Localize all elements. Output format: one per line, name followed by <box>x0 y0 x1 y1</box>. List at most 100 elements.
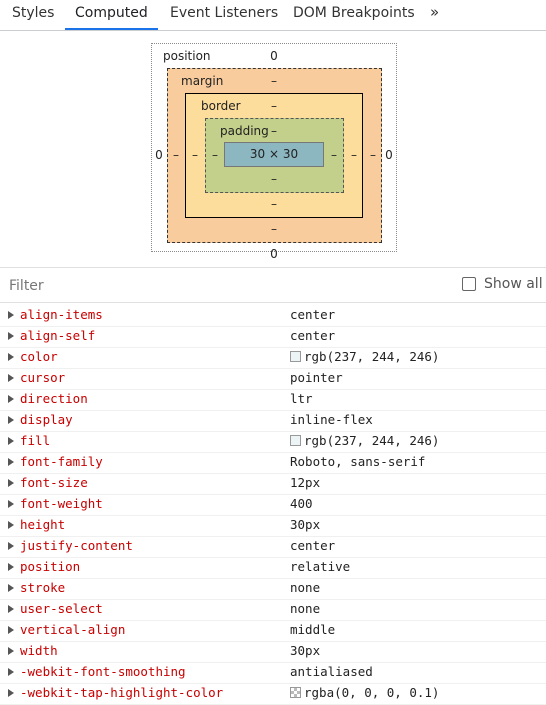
more-tabs-chevron-icon[interactable]: » <box>430 3 439 21</box>
color-swatch-icon[interactable] <box>290 687 301 698</box>
property-value-text: rgba(0, 0, 0, 0.1) <box>304 685 440 700</box>
expand-triangle-icon[interactable] <box>8 500 14 508</box>
margin-bottom-value[interactable]: – <box>264 222 284 236</box>
property-name: position <box>20 559 81 574</box>
filter-input[interactable] <box>0 268 411 304</box>
expand-triangle-icon[interactable] <box>8 521 14 529</box>
property-value: pointer <box>290 370 343 385</box>
property-name: height <box>20 517 66 532</box>
property-value-text: pointer <box>290 370 343 385</box>
property-name: direction <box>20 391 88 406</box>
property-value-text: 400 <box>290 496 313 511</box>
property-value: center <box>290 328 335 343</box>
tab-event-listeners[interactable]: Event Listeners <box>170 0 278 29</box>
expand-triangle-icon[interactable] <box>8 479 14 487</box>
show-all-label[interactable]: Show all <box>484 276 543 292</box>
padding-bottom-value[interactable]: – <box>264 172 284 186</box>
property-value: inline-flex <box>290 412 373 427</box>
expand-triangle-icon[interactable] <box>8 626 14 634</box>
expand-triangle-icon[interactable] <box>8 458 14 466</box>
property-row[interactable]: align-items center <box>0 306 546 327</box>
property-row[interactable]: direction ltr <box>0 390 546 411</box>
property-value: antialiased <box>290 664 373 679</box>
property-value-text: center <box>290 328 336 343</box>
property-name: align-items <box>20 307 103 322</box>
property-row[interactable]: align-self center <box>0 327 546 348</box>
border-left-value[interactable]: – <box>185 148 205 162</box>
expand-triangle-icon[interactable] <box>8 605 14 613</box>
expand-triangle-icon[interactable] <box>8 647 14 655</box>
property-value-text: ltr <box>290 391 313 406</box>
property-row[interactable]: cursor pointer <box>0 369 546 390</box>
property-row[interactable]: vertical-align middle <box>0 621 546 642</box>
expand-triangle-icon[interactable] <box>8 353 14 361</box>
property-row[interactable]: user-select none <box>0 600 546 621</box>
expand-triangle-icon[interactable] <box>8 311 14 319</box>
padding-left-value[interactable]: – <box>205 148 225 162</box>
content-box[interactable]: 30 × 30 <box>224 142 324 167</box>
property-name: justify-content <box>20 538 133 553</box>
property-row[interactable]: -webkit-tap-highlight-color rgba(0, 0, 0,… <box>0 684 546 705</box>
expand-triangle-icon[interactable] <box>8 332 14 340</box>
property-value-text: middle <box>290 622 336 637</box>
property-row[interactable]: height 30px <box>0 516 546 537</box>
property-value-text: relative <box>290 559 351 574</box>
padding-label: padding <box>220 124 269 138</box>
expand-triangle-icon[interactable] <box>8 542 14 550</box>
expand-triangle-icon[interactable] <box>8 374 14 382</box>
property-value-text: rgb(237, 244, 246) <box>304 433 440 448</box>
expand-triangle-icon[interactable] <box>8 416 14 424</box>
property-row[interactable]: justify-content center <box>0 537 546 558</box>
tab-dom-breakpoints[interactable]: DOM Breakpoints <box>293 0 415 29</box>
property-row[interactable]: -webkit-font-smoothing antialiased <box>0 663 546 684</box>
expand-triangle-icon[interactable] <box>8 584 14 592</box>
filter-bar: Show all <box>0 267 546 304</box>
property-name: color <box>20 349 58 364</box>
expand-triangle-icon[interactable] <box>8 689 14 697</box>
property-value-text: 30px <box>290 517 321 532</box>
margin-right-value[interactable]: – <box>363 148 383 162</box>
tab-styles[interactable]: Styles <box>12 0 54 29</box>
tab-computed[interactable]: Computed <box>65 0 158 30</box>
border-label: border <box>201 99 241 113</box>
property-row[interactable]: position relative <box>0 558 546 579</box>
property-value: ltr <box>290 391 313 406</box>
margin-label: margin <box>181 74 224 88</box>
padding-right-value[interactable]: – <box>324 148 344 162</box>
show-all-checkbox[interactable] <box>462 277 476 291</box>
property-row[interactable]: font-family Roboto, sans-serif <box>0 453 546 474</box>
property-row[interactable]: width 30px <box>0 642 546 663</box>
border-top-value[interactable]: – <box>264 99 284 113</box>
expand-triangle-icon[interactable] <box>8 563 14 571</box>
padding-top-value[interactable]: – <box>264 124 284 138</box>
property-name: fill <box>20 433 51 448</box>
color-swatch-icon[interactable] <box>290 351 301 362</box>
property-name: align-self <box>20 328 96 343</box>
property-row[interactable]: stroke none <box>0 579 546 600</box>
property-value-text: 30px <box>290 643 321 658</box>
property-value-text: inline-flex <box>290 412 373 427</box>
margin-left-value[interactable]: – <box>166 148 186 162</box>
margin-top-value[interactable]: – <box>264 74 284 88</box>
border-right-value[interactable]: – <box>344 148 364 162</box>
position-bottom-value[interactable]: 0 <box>264 247 284 261</box>
expand-triangle-icon[interactable] <box>8 668 14 676</box>
property-value: 12px <box>290 475 320 490</box>
property-name: font-family <box>20 454 103 469</box>
color-swatch-icon[interactable] <box>290 435 301 446</box>
property-value: Roboto, sans-serif <box>290 454 425 469</box>
property-row[interactable]: font-weight 400 <box>0 495 546 516</box>
property-value: center <box>290 307 335 322</box>
property-row[interactable]: font-size 12px <box>0 474 546 495</box>
expand-triangle-icon[interactable] <box>8 395 14 403</box>
property-value-text: antialiased <box>290 664 373 679</box>
property-value-text: none <box>290 580 321 595</box>
position-top-value[interactable]: 0 <box>264 49 284 63</box>
property-row[interactable]: fill rgb(237, 244, 246) <box>0 432 546 453</box>
property-row[interactable]: display inline-flex <box>0 411 546 432</box>
border-bottom-value[interactable]: – <box>264 197 284 211</box>
position-label: position <box>163 49 211 63</box>
expand-triangle-icon[interactable] <box>8 437 14 445</box>
property-row[interactable]: color rgb(237, 244, 246) <box>0 348 546 369</box>
property-name: display <box>20 412 73 427</box>
